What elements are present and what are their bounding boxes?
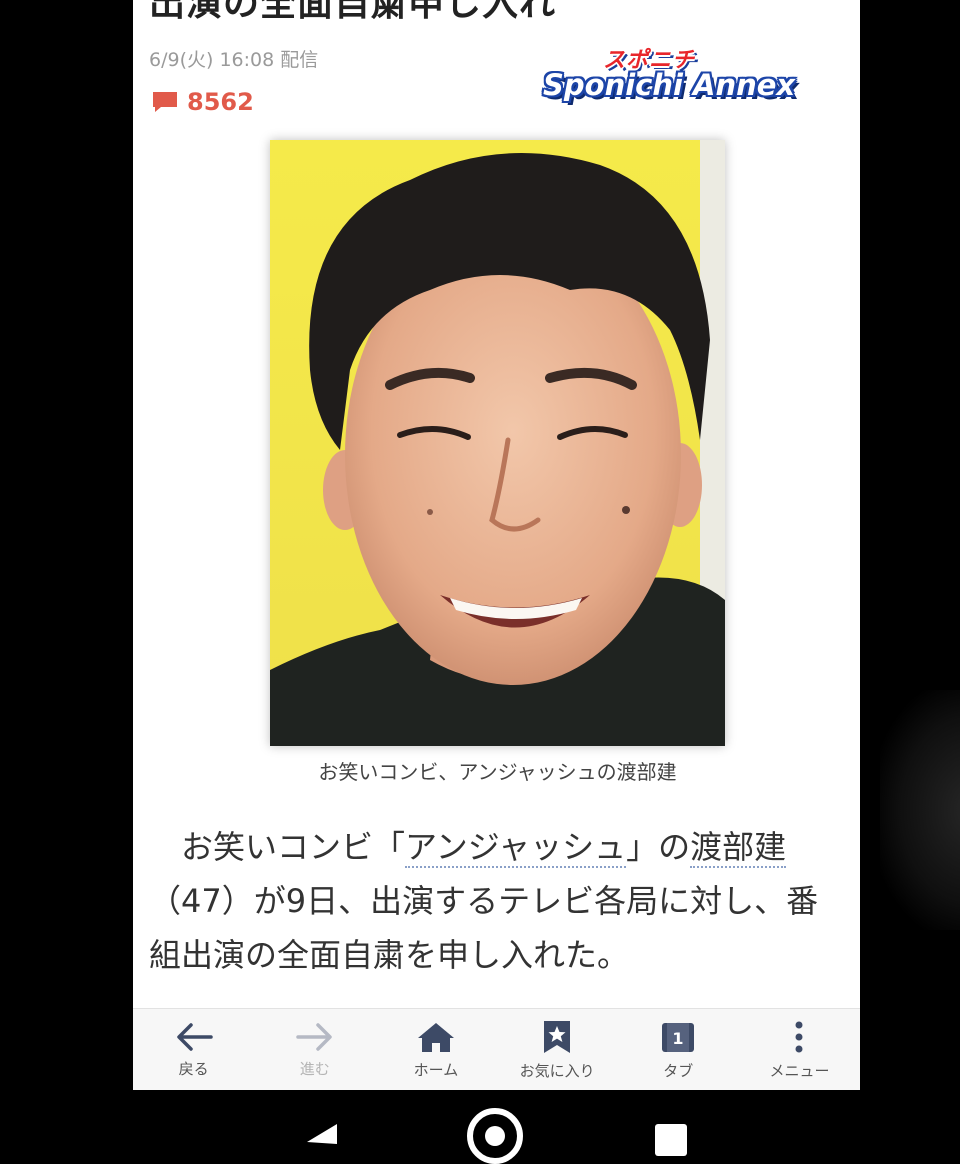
system-home-button[interactable] xyxy=(467,1108,523,1164)
nav-tabs-label: タブ xyxy=(663,1061,694,1080)
arrow-right-icon xyxy=(296,1022,332,1051)
nav-tabs-button[interactable]: 1 タブ xyxy=(618,1009,739,1090)
body-text-2: 」の xyxy=(626,828,691,866)
nav-favorites-label: お気に入り xyxy=(519,1061,595,1080)
nav-favorites-button[interactable]: お気に入り xyxy=(497,1009,618,1090)
arrow-left-icon xyxy=(176,1022,213,1051)
comment-count: 8562 xyxy=(187,88,254,116)
comment-bubble-icon xyxy=(153,92,177,112)
group-name-link[interactable]: アンジャッシュ xyxy=(405,828,627,868)
person-name-link[interactable]: 渡部建 xyxy=(690,828,787,868)
nav-back-button[interactable]: 戻る xyxy=(133,1009,254,1090)
more-vertical-icon xyxy=(795,1021,803,1052)
home-icon xyxy=(417,1022,454,1052)
photo-caption: お笑いコンビ、アンジャッシュの渡部建 xyxy=(318,760,677,784)
home-circle-icon xyxy=(485,1126,505,1146)
nav-forward-label: 進む xyxy=(299,1059,330,1078)
logo-name: Sponichi Annex xyxy=(543,68,796,102)
publish-time: 6/9(火) 16:08 配信 xyxy=(149,49,319,71)
browser-bottom-toolbar: 戻る 進む ホーム お気に入り 1 タブ メニュー xyxy=(133,1008,860,1090)
nav-home-button[interactable]: ホーム xyxy=(375,1009,496,1090)
tabs-icon: 1 xyxy=(662,1022,695,1052)
article-headline: 出演の全面自粛申し入れ xyxy=(149,0,557,24)
comment-count-link[interactable]: 8562 xyxy=(151,88,254,116)
browser-screen: 出演の全面自粛申し入れ 6/9(火) 16:08 配信 8562 スポニチ Sp… xyxy=(133,0,860,1090)
bookmark-star-icon xyxy=(544,1020,571,1053)
side-shadow xyxy=(880,690,960,930)
body-text-1: お笑いコンビ「 xyxy=(181,828,406,866)
system-recent-apps-icon[interactable] xyxy=(655,1124,687,1156)
nav-menu-button[interactable]: メニュー xyxy=(739,1009,860,1090)
portrait-image xyxy=(270,140,725,746)
tabs-count: 1 xyxy=(673,1029,684,1048)
system-back-icon[interactable] xyxy=(303,1122,339,1146)
nav-home-label: ホーム xyxy=(413,1060,459,1079)
nav-back-label: 戻る xyxy=(178,1059,209,1078)
body-text-3: （47）が9日、出演するテレビ各局に対し、番組出演の全面自粛を申し入れた。 xyxy=(149,882,819,974)
article-body: お笑いコンビ「アンジャッシュ」の渡部建 （47）が9日、出演するテレビ各局に対し、… xyxy=(149,820,839,982)
nav-forward-button[interactable]: 進む xyxy=(254,1009,375,1090)
sponichi-logo[interactable]: スポニチ Sponichi Annex xyxy=(543,46,843,106)
article-photo[interactable] xyxy=(270,140,725,746)
nav-menu-label: メニュー xyxy=(769,1061,830,1080)
